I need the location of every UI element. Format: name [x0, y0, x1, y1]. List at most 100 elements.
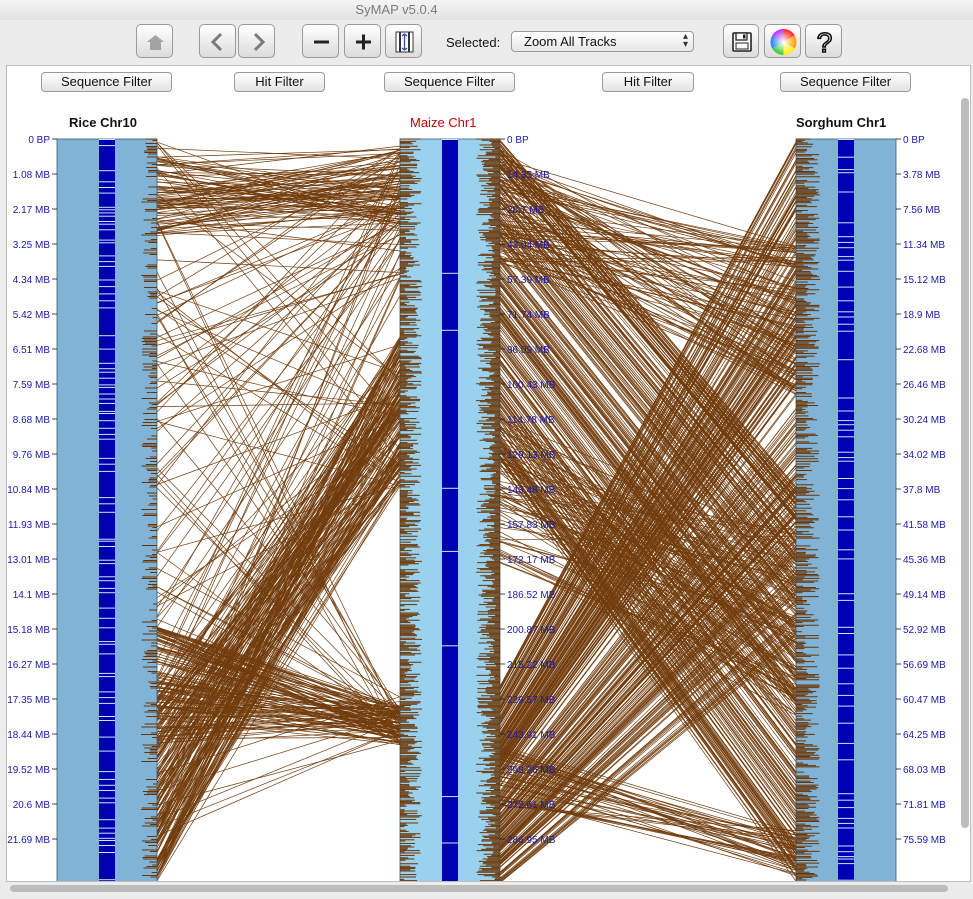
- ruler-label: 37.8 MB: [903, 485, 941, 496]
- ruler-label: 56.69 MB: [903, 660, 946, 671]
- gene-gap: [99, 371, 115, 373]
- ruler-label: 14.35 MB: [507, 170, 550, 181]
- synteny-view[interactable]: Sequence Filter Hit Filter Sequence Filt…: [6, 65, 971, 882]
- hit-line: [156, 148, 401, 166]
- horizontal-scrollbar[interactable]: [10, 885, 948, 892]
- gene-gap: [442, 550, 458, 552]
- ruler-label: 172.17 MB: [507, 555, 556, 566]
- gene-gap: [99, 279, 115, 281]
- gene-gap: [99, 837, 115, 839]
- ruler-rice: 0 BP 1.08 MB 2.17 MB 3.25 MB 4.34 MB 5.42 MB 6…: [7, 135, 57, 846]
- back-button[interactable]: [199, 24, 236, 58]
- fit-track-button[interactable]: [385, 24, 422, 58]
- forward-button[interactable]: [238, 24, 275, 58]
- gene-gap: [99, 503, 115, 505]
- gene-gap: [99, 697, 115, 699]
- gene-gap: [838, 397, 854, 399]
- ruler-label: 143.48 MB: [507, 485, 556, 496]
- ruler-sorghum: 0 BP 3.78 MB 7.56 MB 11.34 MB 15.12 MB 18.9 M…: [896, 135, 946, 846]
- gene-gap: [838, 457, 854, 459]
- ruler-label: 52.92 MB: [903, 625, 946, 636]
- gene-gap: [99, 879, 115, 881]
- gene-gap: [99, 335, 115, 337]
- ruler-label: 6.51 MB: [13, 345, 51, 356]
- ruler-label: 5.42 MB: [13, 310, 51, 321]
- gene-gap: [838, 722, 854, 724]
- gene-gap: [99, 797, 115, 799]
- gene-gap: [838, 429, 854, 431]
- gene-gap: [838, 817, 854, 819]
- gene-gap: [99, 427, 115, 429]
- ruler-label: 19.52 MB: [7, 765, 50, 776]
- gene-gap: [838, 259, 854, 261]
- gene-gap: [838, 759, 854, 761]
- gene-gap: [838, 330, 854, 332]
- gene-gap: [99, 716, 115, 717]
- zoom-in-button[interactable]: [344, 24, 381, 58]
- gene-gap: [838, 851, 854, 853]
- help-button[interactable]: ?: [805, 24, 842, 59]
- gene-gap: [99, 784, 115, 786]
- gene-gap: [99, 778, 115, 780]
- gene-gap: [99, 221, 115, 222]
- selected-dropdown[interactable]: Zoom All Tracks ▴ ▾: [511, 31, 694, 52]
- ruler-label: 0 BP: [28, 135, 50, 146]
- gene-gap: [99, 771, 115, 773]
- gene-gap: [99, 261, 115, 263]
- ruler-label: 49.14 MB: [903, 590, 946, 601]
- gene-gap: [838, 236, 854, 238]
- gene-gap: [99, 511, 115, 513]
- ruler-label: 3.25 MB: [13, 240, 51, 251]
- floppy-disk-icon: [732, 32, 752, 52]
- selected-label: Selected:: [446, 35, 501, 50]
- gene-gap: [838, 742, 854, 744]
- gene-gap: [99, 563, 115, 565]
- gene-gap: [442, 645, 458, 647]
- home-button[interactable]: [136, 24, 173, 58]
- gene-gap: [99, 420, 115, 422]
- gene-gap: [838, 705, 854, 707]
- hit-line: [156, 149, 401, 158]
- gene-gap: [99, 587, 115, 589]
- gene-gap: [838, 241, 854, 243]
- plus-icon: [356, 34, 371, 50]
- zoom-out-button[interactable]: [302, 24, 339, 58]
- gene-gap: [99, 438, 115, 440]
- gene-gap: [838, 169, 854, 171]
- ruler-label: 11.93 MB: [8, 520, 50, 531]
- gene-gap: [99, 300, 115, 302]
- ruler-label: 129.13 MB: [507, 450, 556, 461]
- gene-gap: [838, 156, 854, 158]
- ruler-label: 13.01 MB: [7, 555, 50, 566]
- gene-gap: [99, 206, 115, 208]
- svg-text:?: ?: [817, 27, 833, 58]
- gene-gap: [838, 822, 854, 824]
- window-title: SyMAP v5.0.4: [355, 2, 438, 17]
- ruler-label: 86.09 MB: [507, 345, 550, 356]
- ruler-label: 1.08 MB: [13, 170, 51, 181]
- gene-gap: [838, 654, 854, 656]
- gene-gap: [838, 436, 854, 438]
- ruler-maize: 0 BP 14.35 MB 28.7 MB 43.04 MB 57.39 MB 71.74…: [500, 135, 556, 846]
- color-wheel-icon: [770, 29, 797, 55]
- gene-gap: [838, 516, 854, 518]
- gene-gap: [838, 256, 854, 258]
- gene-gap: [99, 368, 115, 370]
- color-button[interactable]: [764, 24, 801, 58]
- gene-gap: [838, 300, 854, 302]
- gene-gap: [838, 558, 854, 560]
- gene-gap: [838, 683, 854, 685]
- save-button[interactable]: [723, 24, 759, 58]
- gene-gap: [99, 607, 115, 609]
- gene-gap: [99, 580, 115, 582]
- gene-gap: [838, 593, 854, 595]
- gene-gap: [99, 187, 115, 188]
- gene-gap: [99, 398, 115, 400]
- ruler-label: 243.91 MB: [507, 730, 556, 741]
- gene-gap: [838, 478, 854, 479]
- ruler-label: 0 BP: [903, 135, 925, 146]
- gene-gap: [838, 827, 854, 829]
- ruler-label: 18.44 MB: [7, 730, 50, 741]
- vertical-scrollbar[interactable]: [961, 98, 969, 828]
- minus-icon: [314, 40, 329, 44]
